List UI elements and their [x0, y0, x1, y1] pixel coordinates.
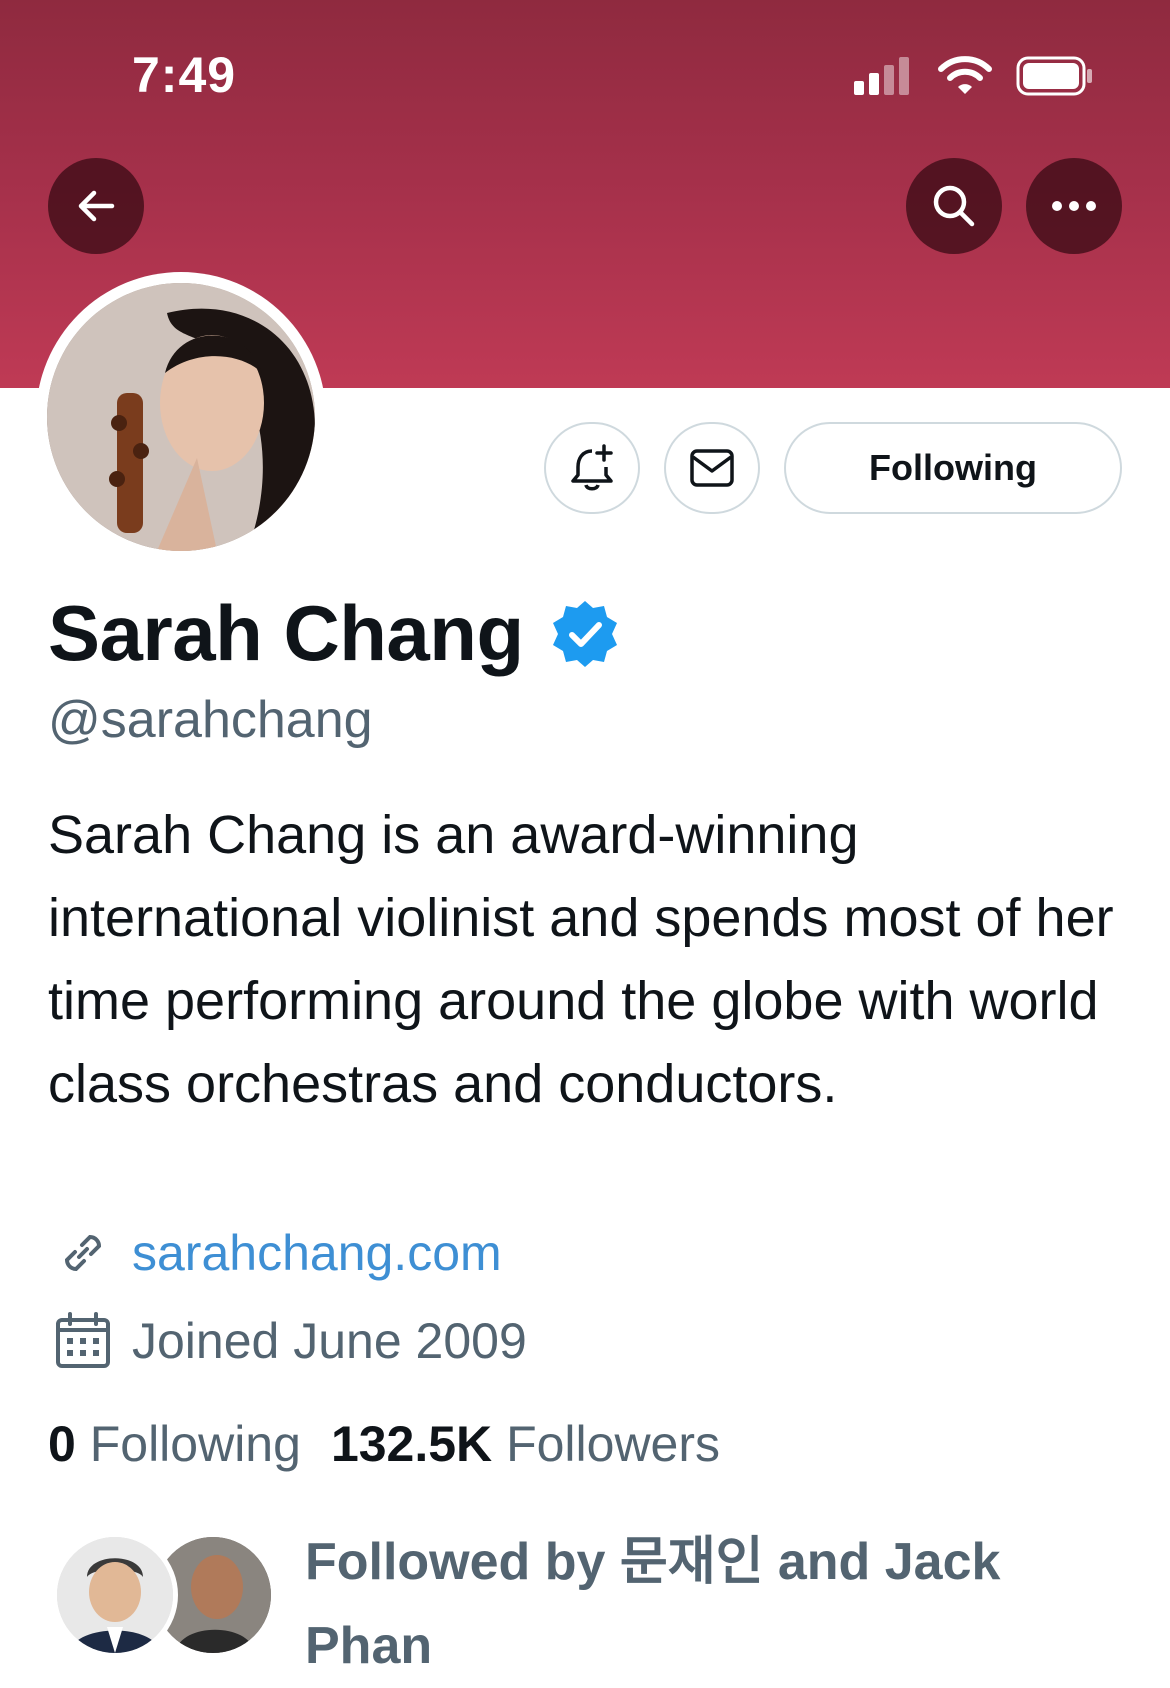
- message-button[interactable]: [664, 422, 760, 514]
- calendar-icon: [56, 1312, 110, 1368]
- back-button[interactable]: [48, 158, 144, 254]
- search-icon: [933, 185, 975, 227]
- link-icon: [64, 1234, 102, 1272]
- profile-bio: Sarah Chang is an award-winning internat…: [48, 805, 1114, 1114]
- profile-avatar[interactable]: [36, 272, 326, 562]
- following-count: 0: [48, 1416, 76, 1472]
- profile-name: Sarah Chang: [48, 589, 524, 677]
- following-button[interactable]: Following: [784, 422, 1122, 514]
- status-icons: [854, 56, 1094, 101]
- following-label: Following: [89, 1416, 301, 1472]
- profile-joined-date: Joined June 2009: [132, 1313, 527, 1369]
- followed-by-text[interactable]: Followed by 문재인 and Jack Phan: [305, 1520, 1125, 1688]
- profile-handle: @sarahchang: [48, 691, 373, 749]
- profile-joined-row: Joined June 2009: [52, 1310, 527, 1372]
- cellular-signal-icon: [854, 57, 914, 100]
- wifi-icon: [938, 56, 992, 101]
- arrow-left-icon: [78, 190, 115, 222]
- bell-plus-icon: [571, 444, 613, 491]
- notify-button[interactable]: [544, 422, 640, 514]
- followers-label: Followers: [506, 1416, 721, 1472]
- avatar-photo: [47, 283, 315, 551]
- status-bar: 7:49: [0, 0, 1170, 150]
- profile-website-link[interactable]: sarahchang.com: [132, 1224, 502, 1282]
- follow-stats: 0 Following 132.5K Followers: [48, 1415, 720, 1473]
- followers-stat[interactable]: 132.5K Followers: [331, 1415, 720, 1473]
- profile-name-row: Sarah Chang: [48, 588, 620, 679]
- follower-avatar-1[interactable]: [52, 1532, 178, 1658]
- battery-icon: [1016, 56, 1094, 101]
- mail-icon: [690, 449, 734, 487]
- search-button[interactable]: [906, 158, 1002, 254]
- profile-link-row: sarahchang.com: [52, 1222, 502, 1284]
- more-button[interactable]: [1026, 158, 1122, 254]
- status-time: 7:49: [132, 47, 237, 103]
- followers-count: 132.5K: [330, 1416, 493, 1472]
- following-stat[interactable]: 0 Following: [48, 1415, 301, 1473]
- verified-badge-icon: [552, 600, 617, 667]
- more-dots-icon: [1052, 201, 1096, 211]
